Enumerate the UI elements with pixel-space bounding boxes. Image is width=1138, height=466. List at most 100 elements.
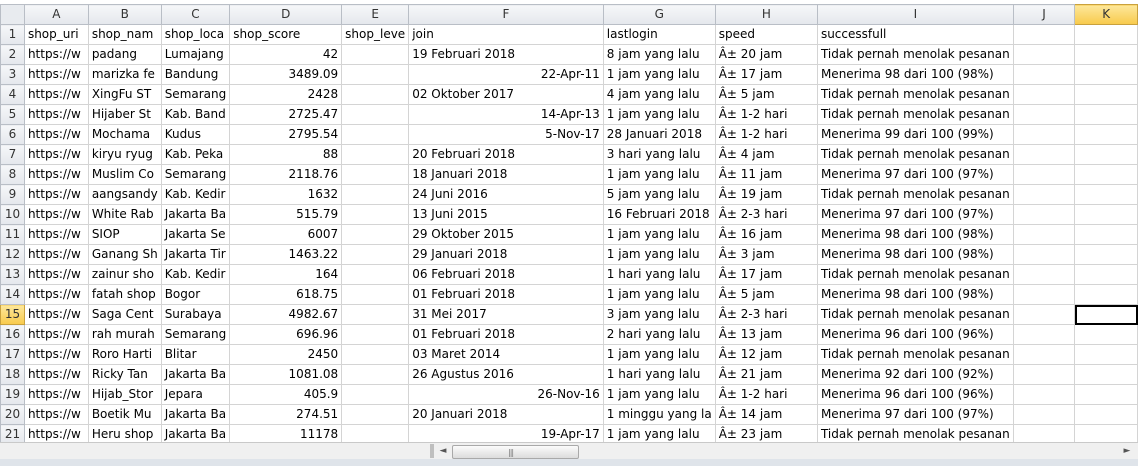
- cell-i17[interactable]: Tidak pernah menolak pesanan: [816, 344, 1014, 365]
- cell-b1[interactable]: shop_nam: [87, 24, 162, 45]
- cell-e2[interactable]: [341, 44, 410, 65]
- cell-j18[interactable]: [1012, 364, 1076, 385]
- cell-k20[interactable]: [1074, 404, 1138, 425]
- cell-d16[interactable]: 696.96: [229, 324, 343, 345]
- cell-c19[interactable]: Jepara: [160, 384, 231, 405]
- row-header[interactable]: 11: [0, 224, 25, 245]
- cell-e16[interactable]: [341, 324, 410, 345]
- cell-h17[interactable]: Â± 12 jam: [714, 344, 818, 365]
- cell-b19[interactable]: Hijab_Stor: [87, 384, 162, 405]
- cell-b17[interactable]: Roro Harti: [87, 344, 162, 365]
- cell-k1[interactable]: [1074, 24, 1138, 45]
- cell-h10[interactable]: Â± 2-3 hari: [714, 204, 818, 225]
- cell-b4[interactable]: XingFu ST: [87, 84, 162, 105]
- cell-c4[interactable]: Semarang: [160, 84, 231, 105]
- cell-h6[interactable]: Â± 1-2 hari: [714, 124, 818, 145]
- cell-d19[interactable]: 405.9: [229, 384, 343, 405]
- cell-a19[interactable]: https://w: [23, 384, 89, 405]
- scroll-right-icon[interactable]: ►: [1120, 444, 1134, 458]
- cell-a5[interactable]: https://w: [23, 104, 89, 125]
- cell-h16[interactable]: Â± 13 jam: [714, 324, 818, 345]
- column-header-e[interactable]: E: [341, 4, 410, 25]
- cell-c18[interactable]: Jakarta Ba: [160, 364, 231, 385]
- column-header-b[interactable]: B: [87, 4, 162, 25]
- row-header[interactable]: 3: [0, 64, 25, 85]
- cell-h14[interactable]: Â± 5 jam: [714, 284, 818, 305]
- cell-g14[interactable]: 1 jam yang lalu: [602, 284, 716, 305]
- row-header[interactable]: 9: [0, 184, 25, 205]
- cell-e8[interactable]: [341, 164, 410, 185]
- cell-f12[interactable]: 29 Januari 2018: [408, 244, 604, 265]
- cell-i15[interactable]: Tidak pernah menolak pesanan: [816, 304, 1014, 325]
- row-header[interactable]: 7: [0, 144, 25, 165]
- cell-k4[interactable]: [1074, 84, 1138, 105]
- cell-h3[interactable]: Â± 17 jam: [714, 64, 818, 85]
- row-header[interactable]: 13: [0, 264, 25, 285]
- cell-g2[interactable]: 8 jam yang lalu: [602, 44, 716, 65]
- cell-e6[interactable]: [341, 124, 410, 145]
- row-header[interactable]: 20: [0, 404, 25, 425]
- cell-e5[interactable]: [341, 104, 410, 125]
- row-header[interactable]: 5: [0, 104, 25, 125]
- cell-i9[interactable]: Tidak pernah menolak pesanan: [816, 184, 1014, 205]
- cell-b2[interactable]: padang: [87, 44, 162, 65]
- cell-e3[interactable]: [341, 64, 410, 85]
- cell-b12[interactable]: Ganang Sh: [87, 244, 162, 265]
- cell-j6[interactable]: [1012, 124, 1076, 145]
- cell-g4[interactable]: 4 jam yang lalu: [602, 84, 716, 105]
- cell-a1[interactable]: shop_uri: [23, 24, 89, 45]
- cell-b5[interactable]: Hijaber St: [87, 104, 162, 125]
- column-header-a[interactable]: A: [23, 4, 89, 25]
- cell-j5[interactable]: [1012, 104, 1076, 125]
- cell-b16[interactable]: rah murah: [87, 324, 162, 345]
- cell-e14[interactable]: [341, 284, 410, 305]
- cell-e11[interactable]: [341, 224, 410, 245]
- cell-h2[interactable]: Â± 20 jam: [714, 44, 818, 65]
- cell-g10[interactable]: 16 Februari 2018: [602, 204, 716, 225]
- cell-i20[interactable]: Menerima 97 dari 100 (97%): [816, 404, 1014, 425]
- cell-e15[interactable]: [341, 304, 410, 325]
- cell-h20[interactable]: Â± 14 jam: [714, 404, 818, 425]
- cell-i3[interactable]: Menerima 98 dari 100 (98%): [816, 64, 1014, 85]
- cell-d3[interactable]: 3489.09: [229, 64, 343, 85]
- cell-f4[interactable]: 02 Oktober 2017: [408, 84, 604, 105]
- cell-d5[interactable]: 2725.47: [229, 104, 343, 125]
- cell-e10[interactable]: [341, 204, 410, 225]
- horizontal-scrollbar[interactable]: ◄ ||| ►: [0, 442, 1138, 459]
- scrollbar-thumb[interactable]: |||: [452, 445, 579, 459]
- cell-k7[interactable]: [1074, 144, 1138, 165]
- cell-h11[interactable]: Â± 16 jam: [714, 224, 818, 245]
- cell-d4[interactable]: 2428: [229, 84, 343, 105]
- cell-j2[interactable]: [1012, 44, 1076, 65]
- cell-g18[interactable]: 1 hari yang lalu: [602, 364, 716, 385]
- cell-a13[interactable]: https://w: [23, 264, 89, 285]
- cell-j15[interactable]: [1012, 304, 1076, 325]
- cell-k10[interactable]: [1074, 204, 1138, 225]
- cell-a10[interactable]: https://w: [23, 204, 89, 225]
- cell-d18[interactable]: 1081.08: [229, 364, 343, 385]
- cell-j4[interactable]: [1012, 84, 1076, 105]
- cell-e13[interactable]: [341, 264, 410, 285]
- cell-e4[interactable]: [341, 84, 410, 105]
- cell-a4[interactable]: https://w: [23, 84, 89, 105]
- cell-f18[interactable]: 26 Agustus 2016: [408, 364, 604, 385]
- cell-g8[interactable]: 1 jam yang lalu: [602, 164, 716, 185]
- cell-f20[interactable]: 20 Januari 2018: [408, 404, 604, 425]
- cell-c6[interactable]: Kudus: [160, 124, 231, 145]
- cell-f15[interactable]: 31 Mei 2017: [408, 304, 604, 325]
- cell-f14[interactable]: 01 Februari 2018: [408, 284, 604, 305]
- cell-c5[interactable]: Kab. Band: [160, 104, 231, 125]
- cell-i7[interactable]: Tidak pernah menolak pesanan: [816, 144, 1014, 165]
- cell-k9[interactable]: [1074, 184, 1138, 205]
- cell-i1[interactable]: successfull: [816, 24, 1014, 45]
- cell-a12[interactable]: https://w: [23, 244, 89, 265]
- cell-d12[interactable]: 1463.22: [229, 244, 343, 265]
- cell-b13[interactable]: zainur sho: [87, 264, 162, 285]
- column-header-c[interactable]: C: [160, 4, 231, 25]
- row-header[interactable]: 19: [0, 384, 25, 405]
- cell-a14[interactable]: https://w: [23, 284, 89, 305]
- cell-b11[interactable]: SIOP: [87, 224, 162, 245]
- cell-a18[interactable]: https://w: [23, 364, 89, 385]
- cell-b7[interactable]: kiryu ryug: [87, 144, 162, 165]
- cell-c14[interactable]: Bogor: [160, 284, 231, 305]
